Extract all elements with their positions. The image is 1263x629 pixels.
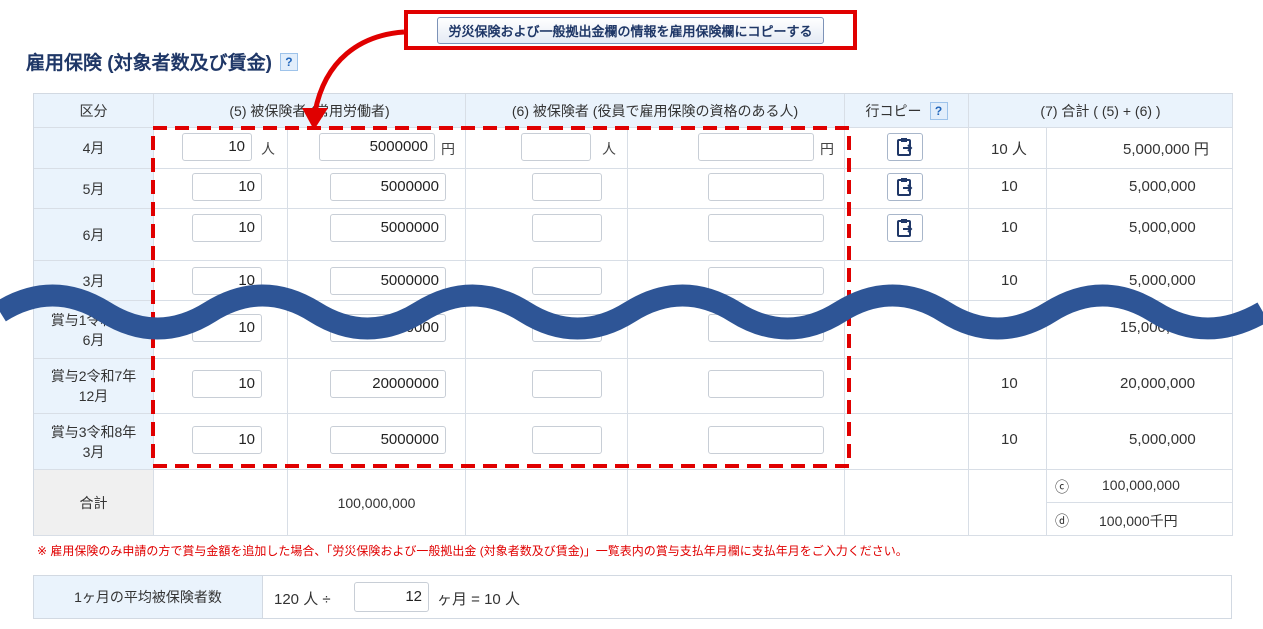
sum-row-copy-cell <box>845 470 969 536</box>
row-copy-cell <box>845 261 969 301</box>
sum-col5-count-cell <box>154 470 288 536</box>
col5-wage-input[interactable]: 5000000 <box>330 214 446 242</box>
col6-count-input[interactable] <box>532 314 602 342</box>
sum-wage-total: 100,000,000 <box>337 494 416 511</box>
total-wage: 5,000,000 <box>1129 431 1196 448</box>
sum-c-mark: ⓒ <box>1055 479 1069 495</box>
row-label: 賞与3令和8年 3月 <box>34 414 154 470</box>
sum-c-cell: ⓒ 100,000,000 <box>1047 470 1233 503</box>
row-label: 6月 <box>34 209 154 261</box>
col6-count-input[interactable] <box>532 426 602 454</box>
clipboard-copy-icon <box>897 219 913 237</box>
sum-d-cell: ⓓ 100,000千円 <box>1047 503 1233 536</box>
col5-wage-input[interactable]: 5000000 <box>330 426 446 454</box>
col6-wage-input[interactable] <box>698 133 814 161</box>
col5-wage-input[interactable]: 15000000 <box>330 314 446 342</box>
col5-wage-input[interactable]: 20000000 <box>330 370 446 398</box>
header-row-copy-label: 行コピー <box>865 102 922 119</box>
sum-c-value: 100,000,000 <box>1102 477 1180 493</box>
col5-count-input[interactable]: 10 <box>192 173 262 201</box>
col6-count-input[interactable] <box>521 133 591 161</box>
sum-col6-wage-cell <box>628 470 845 536</box>
col6-wage-input[interactable] <box>708 426 824 454</box>
total-wage: 5,000,000 <box>1129 272 1196 289</box>
average-total: 120 人 ÷ <box>274 591 331 608</box>
total-count: 10 <box>1001 431 1018 448</box>
total-wage: 5,000,000 <box>1129 178 1196 195</box>
col6-count-input[interactable] <box>532 370 602 398</box>
sum-label: 合計 <box>34 470 154 536</box>
col5-wage-input[interactable]: 5000000 <box>330 173 446 201</box>
total-count: 10 <box>1001 178 1018 195</box>
average-result: ヶ月 = 10 人 <box>437 591 520 608</box>
sum-total-count-cell <box>969 470 1047 536</box>
col6-count-input[interactable] <box>532 173 602 201</box>
row-copy-cell <box>845 414 969 470</box>
unit-person: 人 <box>261 141 275 157</box>
col5-count-input[interactable]: 10 <box>192 267 262 295</box>
page-title-text: 雇用保険 (対象者数及び賃金) <box>26 53 272 74</box>
sum-col6-count-cell <box>466 470 628 536</box>
total-wage: 15,000,000 <box>1120 319 1196 336</box>
total-wage: 5,000,000 円 <box>1123 141 1209 158</box>
col5-wage-input[interactable]: 5000000 <box>330 267 446 295</box>
col6-wage-input[interactable] <box>708 370 824 398</box>
total-wage: 5,000,000 <box>1129 219 1196 236</box>
help-icon[interactable]: ? <box>929 101 948 120</box>
header-col6: (6) 被保険者 (役員で雇用保険の資格のある人) <box>466 94 845 128</box>
clipboard-copy-icon <box>897 178 913 196</box>
row-copy-button[interactable] <box>887 214 923 242</box>
total-count: 10 <box>1001 272 1018 289</box>
sum-d-mark: ⓓ <box>1055 513 1069 529</box>
col5-count-input[interactable]: 10 <box>192 370 262 398</box>
row-label: 3月 <box>34 261 154 301</box>
bonus-note: ※ 雇用保険のみ申請の方で賞与金額を追加した場合、「労災保険および一般拠出金 (… <box>37 544 908 558</box>
row-label: 賞与2令和7年 12月 <box>34 359 154 414</box>
row-label: 賞与1令和7年 6月 <box>34 301 154 359</box>
col6-wage-input[interactable] <box>708 267 824 295</box>
copy-from-workers-comp-button[interactable]: 労災保険および一般拠出金欄の情報を雇用保険欄にコピーする <box>437 16 824 44</box>
row-copy-cell <box>845 359 969 414</box>
col6-count-input[interactable] <box>532 214 602 242</box>
clipboard-copy-icon <box>897 138 913 156</box>
row-copy-button[interactable] <box>887 173 923 201</box>
months-input[interactable]: 12 <box>354 582 429 612</box>
col5-count-input[interactable]: 10 <box>182 133 252 161</box>
unit-yen: 円 <box>820 141 834 157</box>
header-col5: (5) 被保険者 (常用労働者) <box>154 94 466 128</box>
unit-person: 人 <box>602 141 616 157</box>
total-count: 10 <box>1001 319 1018 336</box>
total-wage: 20,000,000 <box>1120 375 1196 392</box>
col5-wage-input[interactable]: 5000000 <box>319 133 435 161</box>
total-count: 10 <box>1001 375 1018 392</box>
sum-col5-wage-cell: 100,000,000 <box>288 470 466 536</box>
header-col7: (7) 合計 ( (5) + (6) ) <box>969 94 1233 128</box>
col6-wage-input[interactable] <box>708 214 824 242</box>
header-kubun: 区分 <box>34 94 154 128</box>
row-label: 5月 <box>34 169 154 209</box>
col5-count-input[interactable]: 10 <box>192 214 262 242</box>
row-copy-button[interactable] <box>887 133 923 161</box>
row-label: 4月 <box>34 128 154 169</box>
sum-d-value: 100,000千円 <box>1099 513 1178 529</box>
col6-count-input[interactable] <box>532 267 602 295</box>
average-label: 1ヶ月の平均被保険者数 <box>34 576 263 618</box>
page-title: 雇用保険 (対象者数及び賃金) ? <box>26 48 298 75</box>
help-icon[interactable]: ? <box>279 52 298 71</box>
copy-from-workers-comp-button-highlight: 労災保険および一般拠出金欄の情報を雇用保険欄にコピーする <box>404 10 857 50</box>
total-count: 10 人 <box>991 141 1027 158</box>
average-insured-row: 1ヶ月の平均被保険者数 120 人 ÷ 12 ヶ月 = 10 人 <box>33 575 1232 619</box>
col6-wage-input[interactable] <box>708 173 824 201</box>
header-row-copy: 行コピー ? <box>845 94 969 128</box>
col5-count-input[interactable]: 10 <box>192 314 262 342</box>
col5-count-input[interactable]: 10 <box>192 426 262 454</box>
row-copy-cell <box>845 301 969 359</box>
col6-wage-input[interactable] <box>708 314 824 342</box>
unit-yen: 円 <box>441 141 455 157</box>
total-count: 10 <box>1001 219 1018 236</box>
